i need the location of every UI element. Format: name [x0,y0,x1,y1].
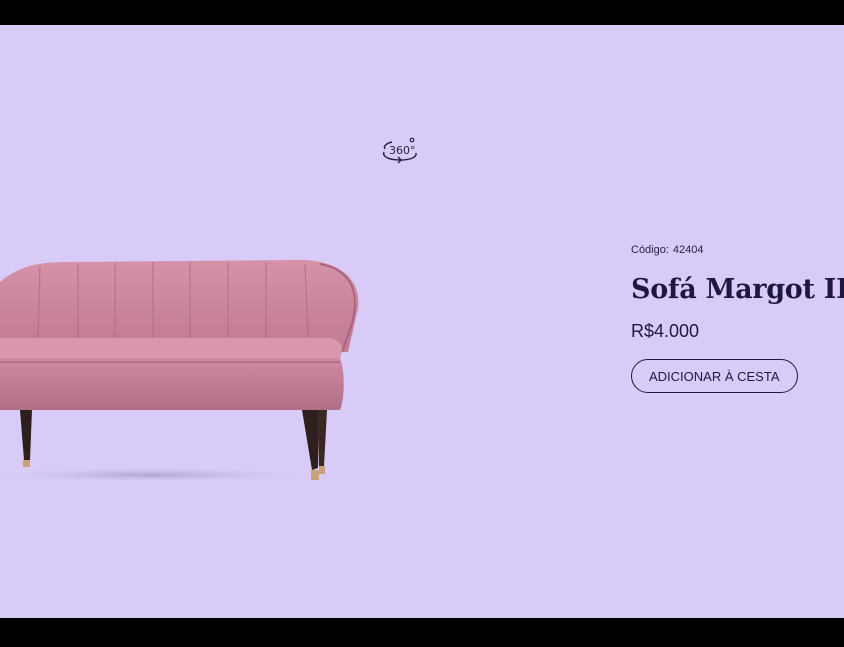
add-to-cart-button[interactable]: ADICIONAR À CESTA [631,359,798,393]
sofa-image [0,220,440,484]
product-title: Sofá Margot II [631,274,844,305]
rotate-360-icon[interactable]: 360° [380,137,420,165]
product-price: R$4.000 [631,321,700,341]
product-code-value: 42404 [672,244,704,256]
product-info-panel: Código: 42404 Sofá Margot II R$4.000 ADI… [631,243,844,393]
bottom-letterbox-bar [0,618,844,647]
rotate-360-text: 360° [389,144,416,157]
product-code-label: Código: [631,244,669,256]
product-code: Código: 42404 [631,243,844,257]
product-stage: 360° Código: 42404 Sofá Margot II R$4.00… [0,25,844,618]
top-letterbox-bar [0,0,844,25]
